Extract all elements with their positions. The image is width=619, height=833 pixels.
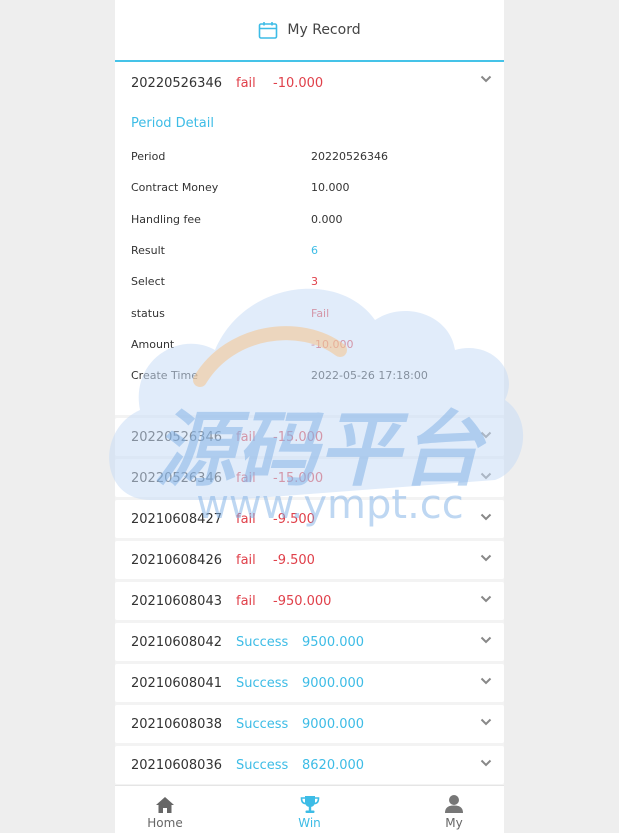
chevron-down-icon[interactable] [480, 513, 492, 521]
record-amount: 8620.000 [302, 757, 365, 773]
detail-row: Create Time 2022-05-26 17:18:00 [115, 360, 504, 391]
records-container: 20220526346 fail -15.000 20220526346 fail -15… [115, 418, 504, 785]
detail-key: Contract Money [131, 181, 219, 195]
detail-key: status [131, 306, 165, 320]
detail-key: Create Time [131, 369, 198, 383]
detail-row: Amount -10.000 [115, 329, 504, 360]
record-list: 20220526346 fail -10.000 Period Detail P… [115, 62, 504, 785]
record-period: 20210608043 [131, 593, 222, 609]
record-row[interactable]: 20210608038 Success 9000.000 [115, 705, 504, 744]
trophy-icon [300, 796, 319, 813]
record-row-expanded[interactable]: 20220526346 fail -10.000 [115, 62, 504, 104]
record-status: fail [236, 511, 256, 527]
detail-key: Amount [131, 337, 175, 351]
detail-value: 2022-05-26 17:18:00 [311, 369, 428, 383]
record-row[interactable]: 20210608042 Success 9500.000 [115, 623, 504, 662]
user-icon [445, 795, 463, 813]
record-period: 20210608038 [131, 716, 222, 732]
bottom-tab-bar: Home Win My [115, 785, 504, 833]
record-row[interactable]: 20210608036 Success 8620.000 [115, 746, 504, 785]
page-title: My Record [287, 22, 361, 38]
record-period: 20210608042 [131, 634, 222, 650]
detail-value: 0.000 [311, 212, 343, 226]
record-amount: 9000.000 [302, 675, 365, 691]
detail-table: Period 20220526346 Contract Money 10.000 Han… [115, 141, 504, 391]
detail-key: Result [131, 244, 165, 258]
detail-key: Period [131, 150, 166, 164]
detail-value: Fail [311, 306, 330, 320]
record-amount: -15.000 [273, 429, 324, 445]
chevron-down-icon[interactable] [480, 759, 492, 767]
detail-value: 6 [311, 244, 318, 258]
tab-win-label: Win [298, 816, 321, 830]
record-amount: -10.000 [273, 75, 324, 91]
record-amount: -9.500 [273, 511, 315, 527]
chevron-down-icon[interactable] [480, 595, 492, 603]
record-status: fail [236, 429, 256, 445]
record-row[interactable]: 20210608043 fail -950.000 [115, 582, 504, 621]
record-amount: -950.000 [273, 593, 332, 609]
record-amount: -9.500 [273, 552, 315, 568]
record-status: Success [236, 716, 289, 732]
record-row[interactable]: 20210608041 Success 9000.000 [115, 664, 504, 703]
page-header: My Record [115, 0, 504, 62]
detail-row: Result 6 [115, 235, 504, 266]
record-amount: -15.000 [273, 470, 324, 486]
record-period: 20220526346 [131, 470, 222, 486]
detail-row: Select 3 [115, 266, 504, 297]
chevron-down-icon[interactable] [480, 75, 492, 83]
record-period: 20220526346 [131, 429, 222, 445]
record-amount: 9000.000 [302, 716, 365, 732]
record-status: Success [236, 634, 289, 650]
record-period: 20220526346 [131, 75, 222, 91]
record-period: 20210608426 [131, 552, 222, 568]
detail-value: 10.000 [311, 181, 350, 195]
detail-key: Select [131, 275, 165, 289]
detail-row: Contract Money 10.000 [115, 172, 504, 203]
record-status: fail [236, 470, 256, 486]
detail-key: Handling fee [131, 212, 201, 226]
detail-value: 20220526346 [311, 150, 388, 164]
record-period: 20210608036 [131, 757, 222, 773]
calendar-icon [259, 22, 278, 39]
chevron-down-icon[interactable] [480, 472, 492, 480]
detail-value: -10.000 [311, 337, 354, 351]
tab-my[interactable]: My [404, 786, 504, 833]
record-period: 20210608427 [131, 511, 222, 527]
record-status: fail [236, 75, 256, 91]
expanded-record: 20220526346 fail -10.000 Period Detail P… [115, 62, 504, 416]
tab-home-label: Home [147, 816, 183, 830]
chevron-down-icon[interactable] [480, 636, 492, 644]
detail-row: Period 20220526346 [115, 141, 504, 172]
record-status: Success [236, 757, 289, 773]
record-status: Success [236, 675, 289, 691]
record-row[interactable]: 20210608426 fail -9.500 [115, 541, 504, 580]
detail-row: status Fail [115, 297, 504, 328]
record-period: 20210608041 [131, 675, 222, 691]
record-amount: 9500.000 [302, 634, 365, 650]
tab-my-label: My [445, 816, 463, 830]
record-row[interactable]: 20210608427 fail -9.500 [115, 500, 504, 539]
record-status: fail [236, 593, 256, 609]
record-row[interactable]: 20220526346 fail -15.000 [115, 418, 504, 457]
app-screen: My Record 20220526346 fail -10.000 Perio… [115, 0, 504, 833]
detail-row: Handling fee 0.000 [115, 204, 504, 235]
tab-home[interactable]: Home [115, 786, 215, 833]
period-detail-title: Period Detail [131, 116, 214, 131]
chevron-down-icon[interactable] [480, 718, 492, 726]
chevron-down-icon[interactable] [480, 554, 492, 562]
chevron-down-icon[interactable] [480, 431, 492, 439]
home-icon [156, 797, 174, 813]
chevron-down-icon[interactable] [480, 677, 492, 685]
tab-win[interactable]: Win [260, 786, 360, 833]
record-status: fail [236, 552, 256, 568]
record-row[interactable]: 20220526346 fail -15.000 [115, 459, 504, 498]
detail-value: 3 [311, 275, 318, 289]
